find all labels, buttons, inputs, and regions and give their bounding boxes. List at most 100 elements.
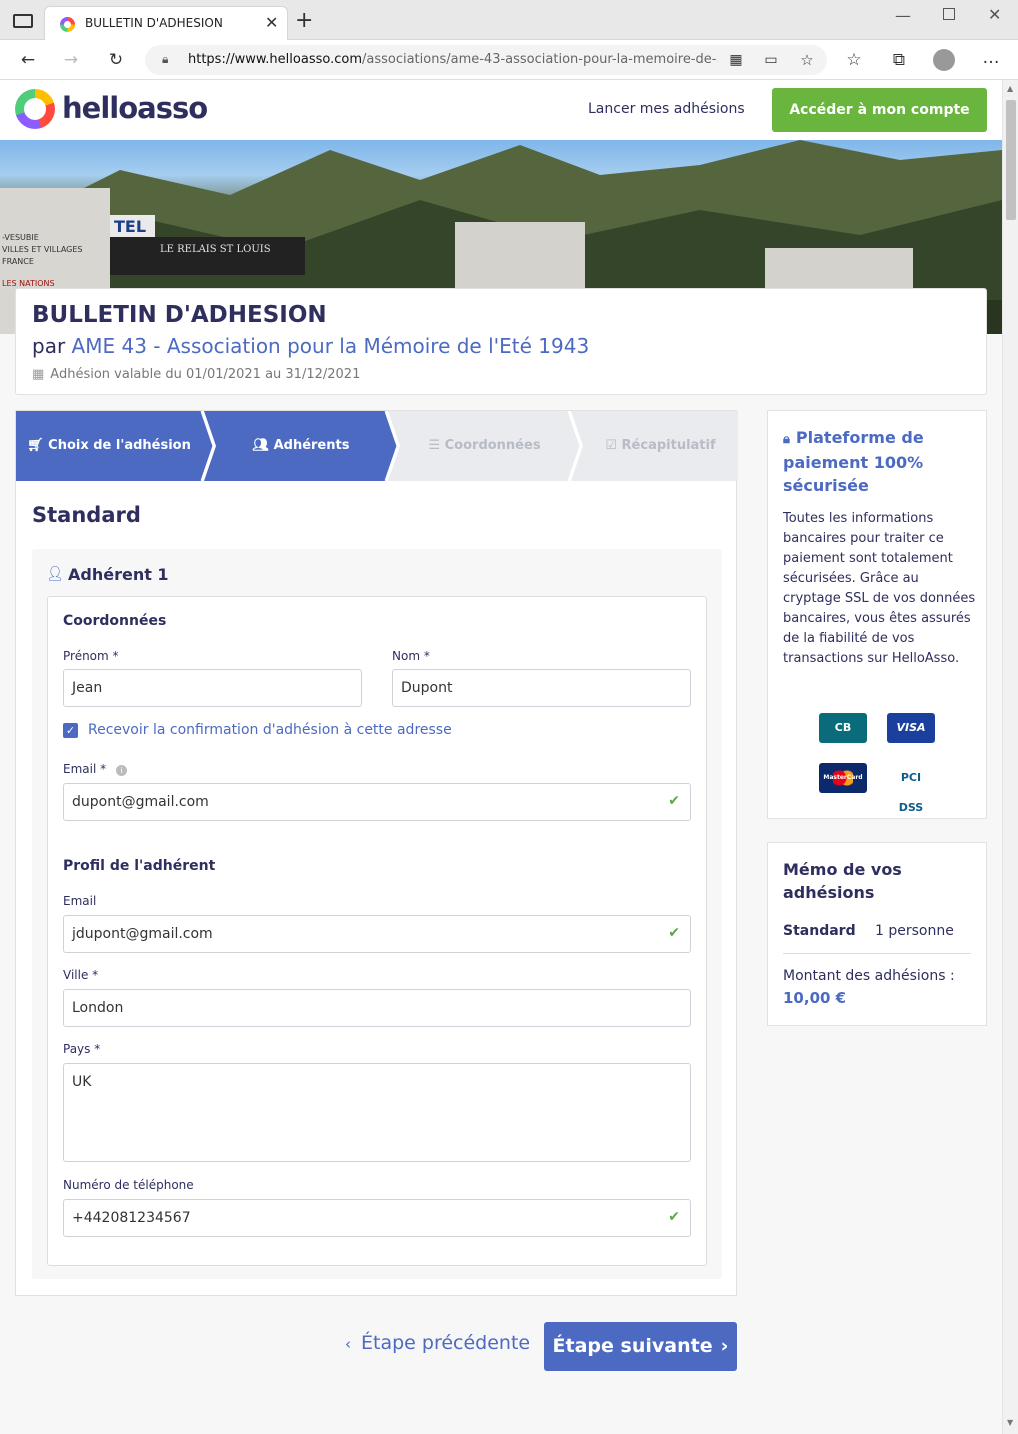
email-input[interactable]: dupont@gmail.com ✔ [63, 783, 691, 821]
app-icon[interactable]: ▦ [725, 50, 747, 70]
profile-title: Profil de l'adhérent [63, 858, 216, 874]
step-label: Adhérents [273, 438, 350, 453]
list-icon: ☰ [428, 438, 445, 453]
url-path: /associations/ame-43-association-pour-la… [361, 52, 718, 67]
scroll-down-icon[interactable]: ▼ [1007, 1418, 1013, 1427]
security-title: 🔒︎ Plateforme de paiement 100% sécurisée [783, 426, 978, 497]
info-icon[interactable]: i [115, 765, 127, 776]
logo-text[interactable]: helloasso [62, 91, 208, 125]
more-icon[interactable]: … [980, 48, 1002, 68]
new-tab-icon[interactable]: + [295, 8, 313, 33]
browser-tab[interactable]: BULLETIN D'ADHESION ✕ [44, 6, 288, 40]
step-label: Choix de l'adhésion [48, 438, 191, 453]
chevron-right-icon: › [720, 1335, 729, 1357]
banner-plaque-line-4: LES NATIONS [2, 279, 55, 288]
valid-check-icon: ✔ [668, 793, 680, 809]
reload-icon[interactable]: ↻ [105, 50, 127, 70]
memo-total-label: Montant des adhésions : [783, 968, 955, 984]
email-label-text: Email * [63, 762, 107, 776]
helloasso-favicon-icon [60, 17, 75, 32]
step-label: Récapitulatif [621, 438, 716, 453]
mastercard-icon: MasterCard [819, 763, 867, 793]
valid-check-icon: ✔ [668, 925, 680, 941]
first-name-input[interactable]: Jean [63, 669, 362, 707]
member-form: Coordonnées Prénom * Jean Nom * Dupont ✓… [47, 596, 707, 1266]
helloasso-logo-icon [15, 89, 55, 129]
profile-avatar[interactable] [933, 49, 955, 71]
step-coordonnees: ☰ Coordonnées [400, 411, 569, 481]
reader-icon[interactable]: ▭ [760, 50, 782, 70]
profile-email-input[interactable]: jdupont@gmail.com ✔ [63, 915, 691, 953]
tab-actions-icon[interactable] [13, 14, 33, 28]
maximize-icon[interactable] [943, 8, 955, 20]
by-label: par [32, 334, 66, 358]
step-choix-adhesion[interactable]: 🛒︎ Choix de l'adhésion [16, 411, 202, 481]
membership-form-card: 🛒︎ Choix de l'adhésion 👥︎ Adhérents ☰ Co… [15, 410, 738, 1296]
banner-plaque-line-3: FRANCE [2, 257, 34, 266]
phone-value: +442081234567 [72, 1210, 191, 1226]
memo-row: Standard 1 personne [783, 921, 971, 954]
next-step-label: Étape suivante [552, 1335, 713, 1357]
window-close-icon[interactable]: ✕ [988, 5, 1001, 24]
memo-item: Standard [783, 923, 856, 939]
url-field[interactable]: 🔒︎ https://www.helloasso.com/association… [145, 45, 827, 75]
minimize-icon[interactable]: — [895, 6, 911, 25]
next-step-button[interactable]: Étape suivante › [544, 1322, 737, 1371]
organizer-line: par AME 43 - Association pour la Mémoire… [32, 334, 589, 358]
page-scrollbar[interactable]: ▲ ▼ [1002, 80, 1018, 1434]
email-value: dupont@gmail.com [72, 794, 209, 810]
coords-title: Coordonnées [63, 613, 167, 629]
phone-input[interactable]: +442081234567 ✔ [63, 1199, 691, 1237]
email-label: Email * i [63, 762, 127, 776]
profile-email-value: jdupont@gmail.com [72, 926, 213, 942]
tab-title: BULLETIN D'ADHESION [85, 16, 223, 30]
favorites-icon[interactable]: ☆ [843, 50, 865, 70]
calendar-icon: ▦ [32, 367, 45, 382]
membership-type-title: Standard [32, 503, 141, 527]
country-textarea[interactable]: UK [63, 1063, 691, 1162]
lock-icon: 🔒︎ [162, 52, 169, 66]
back-icon[interactable]: ← [17, 50, 39, 70]
security-card: 🔒︎ Plateforme de paiement 100% sécurisée … [767, 410, 987, 819]
security-title-text: Plateforme de paiement 100% sécurisée [783, 428, 924, 495]
forward-icon[interactable]: → [60, 50, 82, 70]
tab-close-icon[interactable]: ✕ [265, 13, 278, 32]
phone-label: Numéro de téléphone [63, 1178, 194, 1192]
favorite-add-icon[interactable]: ☆ [796, 50, 818, 70]
account-button[interactable]: Accéder à mon compte [772, 88, 987, 132]
banner-plaque-line-2: VILLES ET VILLAGES [2, 245, 83, 254]
memo-title: Mémo de vos adhésions [783, 860, 902, 902]
organization-link[interactable]: AME 43 - Association pour la Mémoire de … [72, 334, 590, 358]
first-name-label: Prénom * [63, 649, 119, 663]
first-name-value: Jean [72, 680, 103, 696]
city-input[interactable]: London [63, 989, 691, 1027]
scrollbar-thumb[interactable] [1006, 100, 1016, 220]
memo-qty: 1 personne [875, 923, 954, 939]
city-label: Ville * [63, 968, 99, 982]
chevron-left-icon: ‹ [345, 1335, 351, 1353]
page-title: BULLETIN D'ADHESION [32, 302, 327, 328]
confirmation-label[interactable]: Recevoir la confirmation d'adhésion à ce… [88, 722, 452, 738]
last-name-label: Nom * [392, 649, 430, 663]
banner-sign-hotel: TEL [114, 217, 146, 236]
url-domain: https://www.helloasso.com [188, 52, 362, 67]
visa-card-icon: VISA [887, 713, 935, 743]
valid-check-icon: ✔ [668, 1209, 680, 1225]
launch-memberships-link[interactable]: Lancer mes adhésions [588, 101, 745, 117]
banner-plaque-line-1: -VESUBIE [2, 233, 39, 242]
memo-card: Mémo de vos adhésions Standard 1 personn… [767, 842, 987, 1026]
security-text: Toutes les informations bancaires pour t… [783, 511, 976, 666]
step-adherents[interactable]: 👥︎ Adhérents [216, 411, 386, 481]
mastercard-label: MasterCard [823, 774, 863, 781]
confirmation-checkbox[interactable]: ✓ [63, 723, 78, 738]
last-name-input[interactable]: Dupont [392, 669, 691, 707]
user-icon: 👤︎ [46, 566, 64, 582]
collections-icon[interactable]: ⧉ [888, 50, 910, 70]
scroll-up-icon[interactable]: ▲ [1007, 84, 1013, 93]
cb-card-icon: CB [819, 713, 867, 743]
previous-step-button[interactable]: ‹ Étape précédente [345, 1332, 530, 1354]
member-section: 👤︎ Adhérent 1 Coordonnées Prénom * Jean … [32, 549, 722, 1279]
memo-total-value: 10,00 € [783, 989, 847, 1007]
browser-tab-bar: BULLETIN D'ADHESION ✕ + — ✕ [0, 0, 1018, 40]
pci-dss-icon: PCI DSS [887, 763, 935, 814]
